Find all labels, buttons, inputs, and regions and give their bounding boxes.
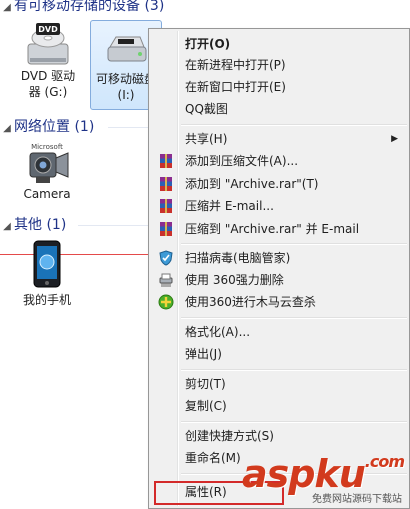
dvd-drive-icon: DVD [27, 23, 69, 65]
winrar-icon [160, 154, 172, 168]
menu-separator [181, 124, 407, 126]
menu-item-compress-email[interactable]: 压缩并 E-mail... [152, 195, 408, 217]
menu-item-format[interactable]: 格式化(A)... [152, 321, 408, 343]
camera-label: Camera [23, 187, 71, 201]
winrar-icon [160, 177, 172, 191]
menu-item-cut[interactable]: 剪切(T) [152, 373, 408, 395]
phone-label: 我的手机 [22, 293, 71, 307]
menu-item-360-trojan-scan[interactable]: 使用360进行木马云查杀 [152, 291, 408, 313]
camera-brand: Microsoft [31, 143, 63, 151]
menu-item-share[interactable]: 共享(H) ▶ [152, 128, 408, 150]
context-menu: 打开(O) 在新进程中打开(P) 在新窗口中打开(E) QQ截图 共享(H) ▶… [148, 28, 410, 509]
menu-item-virus-scan[interactable]: 扫描病毒(电脑管家) [152, 247, 408, 269]
phone-icon [33, 240, 61, 288]
menu-item-open[interactable]: 打开(O) [152, 33, 408, 55]
winrar-icon [160, 222, 172, 236]
menu-item-create-shortcut[interactable]: 创建快捷方式(S) [152, 425, 408, 447]
360-icon [158, 294, 174, 310]
phone-tile[interactable]: 我的手机 [14, 240, 80, 310]
shredder-icon [159, 273, 173, 287]
menu-separator [181, 317, 407, 319]
removable-disk-icon [107, 36, 147, 62]
section-header-network[interactable]: ◢ 网络位置 (1) [0, 118, 94, 136]
menu-item-add-to-archive-rar[interactable]: 添加到 "Archive.rar"(T) [152, 173, 408, 195]
collapse-chevron-icon[interactable]: ◢ [0, 0, 14, 17]
shield-icon [159, 250, 173, 266]
section-divider [78, 225, 148, 226]
dvd-badge: DVD [38, 25, 58, 34]
dvd-drive-tile[interactable]: DVD DVD 驱动器 (G:) [12, 22, 84, 108]
menu-separator [181, 369, 407, 371]
menu-item-qq-screenshot[interactable]: QQ截图 [152, 98, 408, 120]
menu-separator [181, 421, 407, 423]
section-divider [108, 127, 148, 128]
watermark-subtitle: 免费网站源码下载站 [312, 494, 402, 505]
menu-item-360-force-delete[interactable]: 使用 360强力删除 [152, 269, 408, 291]
camera-icon: Microsoft [29, 143, 69, 183]
collapse-chevron-icon[interactable]: ◢ [0, 120, 14, 138]
menu-item-copy[interactable]: 复制(C) [152, 395, 408, 417]
menu-item-open-new-window[interactable]: 在新窗口中打开(E) [152, 76, 408, 98]
menu-separator [181, 243, 407, 245]
section-header-removable[interactable]: ◢ 有可移动存储的设备 (3) [0, 0, 164, 15]
camera-tile[interactable]: Microsoft Camera [14, 142, 80, 208]
menu-item-compress-rar-email[interactable]: 压缩到 "Archive.rar" 并 E-mail [152, 218, 408, 240]
menu-item-add-to-archive[interactable]: 添加到压缩文件(A)... [152, 150, 408, 172]
menu-item-eject[interactable]: 弹出(J) [152, 343, 408, 365]
winrar-icon [160, 199, 172, 213]
section-header-other[interactable]: ◢ 其他 (1) [0, 216, 66, 234]
dvd-drive-label: DVD 驱动器 (G:) [20, 69, 76, 99]
collapse-chevron-icon[interactable]: ◢ [0, 218, 14, 236]
menu-item-open-new-process[interactable]: 在新进程中打开(P) [152, 54, 408, 76]
submenu-arrow-icon: ▶ [391, 134, 398, 144]
